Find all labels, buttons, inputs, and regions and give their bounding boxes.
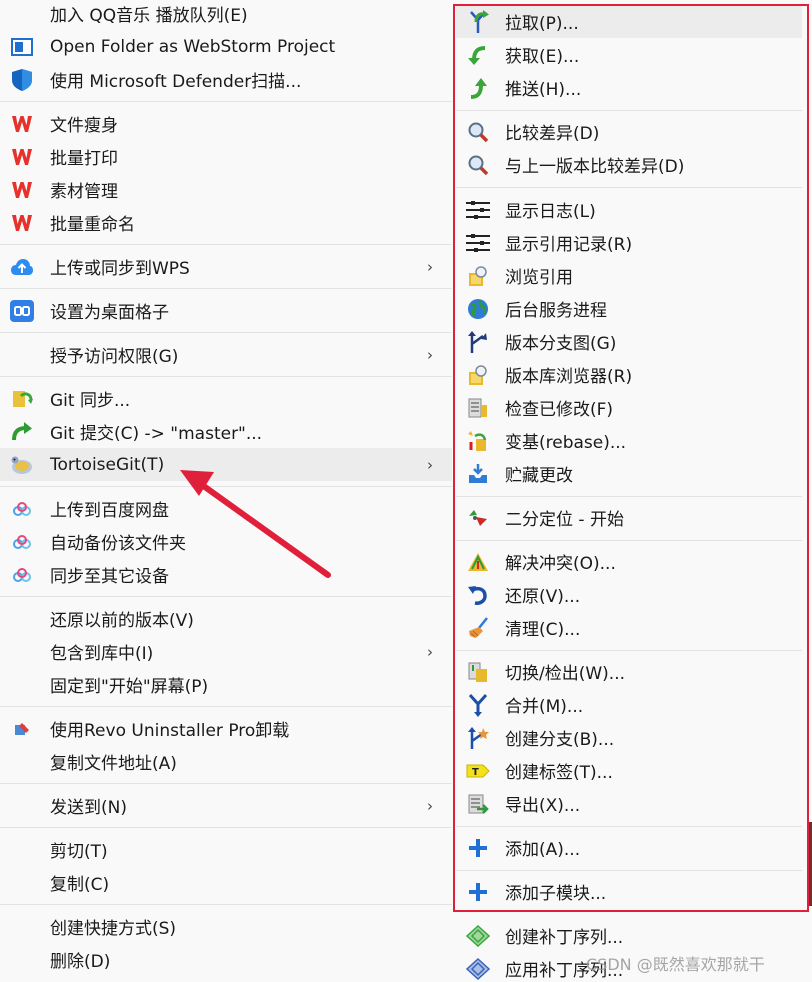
git-commit-icon	[10, 420, 34, 444]
menu-item-add-qq-music[interactable]: 加入 QQ音乐 播放队列(E)	[0, 0, 452, 30]
menu-item-label: Git 同步...	[50, 391, 131, 411]
menu-item-label: 创建补丁序列...	[505, 928, 624, 948]
menu-item-label: 授予访问权限(G)	[50, 347, 179, 367]
menu-separator	[0, 332, 452, 333]
menu-item-label: 上传到百度网盘	[50, 501, 169, 521]
cloud-upload-icon	[10, 255, 34, 279]
menu-item-label: 剪切(T)	[50, 842, 108, 862]
menu-item-pin-start[interactable]: 固定到"开始"屏幕(P)	[0, 668, 452, 701]
menu-item-create-shortcut[interactable]: 创建快捷方式(S)	[0, 910, 452, 943]
menu-item-restore-previous[interactable]: 还原以前的版本(V)	[0, 602, 452, 635]
menu-item-label: 加入 QQ音乐 播放队列(E)	[50, 6, 248, 26]
menu-item-wps-slim[interactable]: 文件瘦身	[0, 107, 452, 140]
menu-item-grant-access[interactable]: 授予访问权限(G) ›	[0, 338, 452, 371]
menu-item-label: 创建快捷方式(S)	[50, 919, 177, 939]
menu-item-baidu-upload[interactable]: 上传到百度网盘	[0, 492, 452, 525]
menu-item-wps-batch-print[interactable]: 批量打印	[0, 140, 452, 173]
explorer-context-menu: 加入 QQ音乐 播放队列(E) Open Folder as WebStorm …	[0, 0, 452, 982]
menu-item-upload-wps[interactable]: 上传或同步到WPS ›	[0, 250, 452, 283]
menu-item-label: 素材管理	[50, 182, 118, 202]
menu-item-delete[interactable]: 删除(D)	[0, 943, 452, 976]
wps-icon	[10, 112, 34, 136]
menu-item-revo-uninstall[interactable]: 使用Revo Uninstaller Pro卸载	[0, 712, 452, 745]
menu-separator	[0, 783, 452, 784]
menu-item-wps-assets[interactable]: 素材管理	[0, 173, 452, 206]
menu-item-wps-batch-rename[interactable]: 批量重命名	[0, 206, 452, 239]
menu-item-label: 同步至其它设备	[50, 567, 169, 587]
menu-separator	[0, 101, 452, 102]
menu-item-label: TortoiseGit(T)	[50, 454, 165, 475]
wps-icon	[10, 178, 34, 202]
webstorm-icon	[10, 35, 34, 59]
wps-icon	[10, 211, 34, 235]
menu-item-label: 批量打印	[50, 149, 118, 169]
menu-item-desktop-grid[interactable]: 设置为桌面格子	[0, 294, 452, 327]
menu-item-label: 包含到库中(I)	[50, 644, 154, 664]
menu-separator	[0, 827, 452, 828]
menu-item-label: 使用 Microsoft Defender扫描...	[50, 72, 302, 92]
chevron-right-icon: ›	[427, 796, 433, 815]
chevron-right-icon: ›	[427, 345, 433, 364]
apply-patch-icon	[466, 957, 490, 981]
menu-item-label: 复制(C)	[50, 875, 110, 895]
menu-separator	[0, 706, 452, 707]
defender-shield-icon	[10, 68, 34, 92]
menu-item-label: 文件瘦身	[50, 116, 118, 136]
menu-item-baidu-backup[interactable]: 自动备份该文件夹	[0, 525, 452, 558]
menu-item-tortoisegit[interactable]: TortoiseGit(T) ›	[0, 448, 452, 481]
menu-separator	[0, 288, 452, 289]
menu-item-label: 自动备份该文件夹	[50, 534, 186, 554]
menu-item-label: 删除(D)	[50, 952, 111, 972]
menu-item-label: 批量重命名	[50, 215, 135, 235]
menu-item-label: 使用Revo Uninstaller Pro卸载	[50, 721, 290, 741]
create-patch-icon	[466, 924, 490, 948]
menu-item-git-sync[interactable]: Git 同步...	[0, 382, 452, 415]
menu-separator	[0, 486, 452, 487]
desktop-grid-icon	[10, 299, 34, 323]
menu-item-label: 复制文件地址(A)	[50, 754, 177, 774]
revo-uninstaller-icon	[10, 717, 34, 741]
menu-separator	[0, 904, 452, 905]
watermark-text: CSDN @既然喜欢那就干	[586, 955, 765, 974]
menu-item-label: 固定到"开始"屏幕(P)	[50, 677, 209, 697]
chevron-right-icon: ›	[427, 455, 433, 474]
menu-item-copy[interactable]: 复制(C)	[0, 866, 452, 899]
baidu-netdisk-icon	[10, 563, 34, 587]
menu-item-copy-path[interactable]: 复制文件地址(A)	[0, 745, 452, 778]
menu-item-defender-scan[interactable]: 使用 Microsoft Defender扫描...	[0, 63, 452, 96]
menu-item-include-library[interactable]: 包含到库中(I) ›	[0, 635, 452, 668]
menu-item-open-webstorm[interactable]: Open Folder as WebStorm Project	[0, 30, 452, 63]
git-sync-icon	[10, 387, 34, 411]
menu-item-label: 上传或同步到WPS	[50, 259, 190, 279]
menu-item-git-commit[interactable]: Git 提交(C) -> "master"...	[0, 415, 452, 448]
menu-separator	[0, 244, 452, 245]
menu-item-create-patch[interactable]: 创建补丁序列...	[456, 919, 802, 952]
menu-item-send-to[interactable]: 发送到(N) ›	[0, 789, 452, 822]
chevron-right-icon: ›	[427, 642, 433, 661]
chevron-right-icon: ›	[427, 257, 433, 276]
menu-item-label: 发送到(N)	[50, 798, 127, 818]
baidu-netdisk-icon	[10, 530, 34, 554]
menu-item-baidu-sync[interactable]: 同步至其它设备	[0, 558, 452, 591]
menu-separator	[0, 596, 452, 597]
baidu-netdisk-icon	[10, 497, 34, 521]
menu-separator	[0, 376, 452, 377]
menu-item-label: 还原以前的版本(V)	[50, 611, 194, 631]
menu-item-label: Open Folder as WebStorm Project	[50, 36, 336, 57]
menu-item-cut[interactable]: 剪切(T)	[0, 833, 452, 866]
wps-icon	[10, 145, 34, 169]
menu-item-label: 设置为桌面格子	[50, 303, 169, 323]
highlight-frame	[453, 4, 809, 912]
menu-item-label: Git 提交(C) -> "master"...	[50, 424, 263, 444]
tortoisegit-icon	[10, 453, 34, 477]
